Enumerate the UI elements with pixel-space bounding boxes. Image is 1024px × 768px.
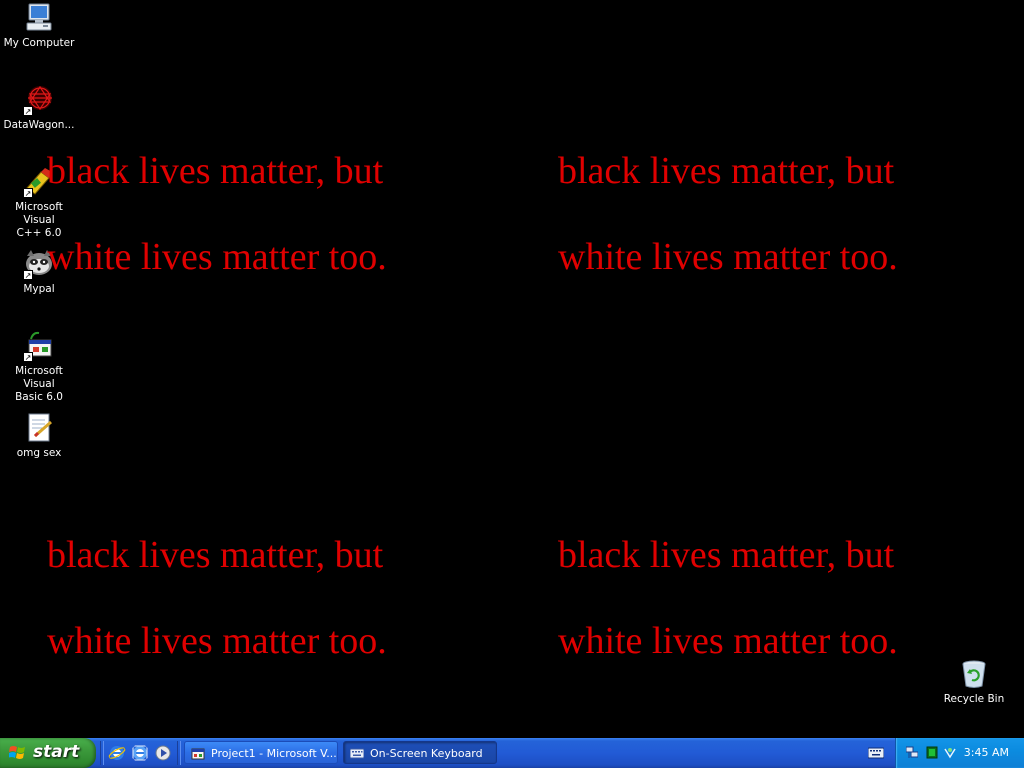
my-computer-icon bbox=[23, 2, 55, 34]
desktop-icon-label-line1: Microsoft Visual bbox=[15, 201, 63, 226]
system-tray: 3:45 AM bbox=[895, 738, 1024, 768]
desktop-icon-datawagon[interactable]: ↗ DataWagon... bbox=[0, 84, 78, 132]
visual-basic-icon: ↗ bbox=[23, 330, 55, 362]
message-line: black lives matter, but bbox=[47, 534, 384, 576]
windows-logo-icon bbox=[9, 746, 25, 759]
desktop-icon-text-file[interactable]: omg sex bbox=[0, 412, 78, 460]
message-line: white lives matter too. bbox=[558, 236, 898, 278]
message-line: black lives matter, but bbox=[47, 150, 384, 192]
system-clock[interactable]: 3:45 AM bbox=[964, 738, 1009, 768]
desktop-icon-label: omg sex bbox=[16, 447, 62, 459]
visual-basic-icon bbox=[191, 748, 205, 760]
desktop-icon-visual-basic[interactable]: ↗ Microsoft Visual Basic 6.0 bbox=[0, 330, 78, 404]
keyboard-icon bbox=[350, 748, 364, 759]
desktop-icon-recycle-bin[interactable]: Recycle Bin bbox=[935, 658, 1013, 706]
taskbar-button-on-screen-keyboard[interactable]: On-Screen Keyboard bbox=[343, 741, 497, 764]
desktop-icon-my-computer[interactable]: My Computer bbox=[0, 2, 78, 50]
shortcut-arrow-icon: ↗ bbox=[23, 106, 33, 116]
shortcut-arrow-icon: ↗ bbox=[23, 270, 33, 280]
taskbar-button-label: Project1 - Microsoft V... bbox=[211, 747, 337, 760]
taskbar: start Project1 - Microsoft V... On-Scree… bbox=[0, 738, 1024, 768]
message-line: black lives matter, but bbox=[558, 534, 895, 576]
shortcut-arrow-icon: ↗ bbox=[23, 188, 33, 198]
desktop: My Computer ↗ DataWagon... ↗ Microsoft V… bbox=[0, 0, 1024, 738]
desktop-icon-label: My Computer bbox=[3, 37, 75, 49]
wireless-icon[interactable] bbox=[944, 746, 956, 759]
taskbar-button-label: On-Screen Keyboard bbox=[370, 747, 483, 760]
recycle-bin-icon bbox=[958, 658, 990, 690]
keyboard-icon[interactable] bbox=[868, 747, 884, 759]
shortcut-arrow-icon: ↗ bbox=[23, 352, 33, 362]
green-square-icon[interactable] bbox=[926, 746, 938, 759]
media-player-icon[interactable] bbox=[154, 744, 172, 762]
internet-explorer-icon[interactable] bbox=[131, 744, 149, 762]
desktop-icon-label: Mypal bbox=[23, 283, 55, 295]
taskbar-separator bbox=[177, 741, 181, 765]
network-icon[interactable] bbox=[906, 746, 918, 759]
recycle-bin-label: Recycle Bin bbox=[943, 693, 1005, 705]
start-button[interactable]: start bbox=[0, 738, 96, 768]
message-line: white lives matter too. bbox=[47, 620, 387, 662]
message-line: white lives matter too. bbox=[47, 236, 387, 278]
desktop-icon-label-line2: Basic 6.0 bbox=[15, 391, 63, 403]
datawagon-icon: ↗ bbox=[23, 84, 55, 116]
taskbar-button-project1[interactable]: Project1 - Microsoft V... bbox=[184, 741, 338, 764]
internet-explorer-icon[interactable] bbox=[108, 744, 126, 762]
desktop-icon-label: DataWagon... bbox=[3, 119, 75, 131]
message-line: white lives matter too. bbox=[558, 620, 898, 662]
start-label: start bbox=[33, 742, 80, 762]
text-file-icon bbox=[23, 412, 55, 444]
taskbar-separator bbox=[100, 741, 104, 765]
desktop-icon-label-line1: Microsoft Visual bbox=[15, 365, 63, 390]
message-line: black lives matter, but bbox=[558, 150, 895, 192]
